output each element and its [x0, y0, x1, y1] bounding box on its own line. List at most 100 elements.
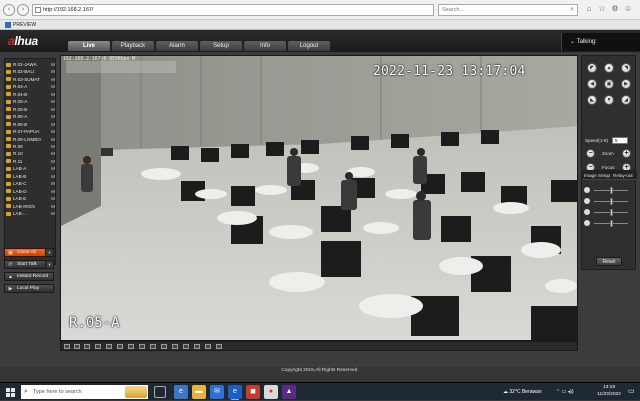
audio-icon[interactable] [161, 344, 167, 349]
color-icon[interactable] [172, 344, 178, 349]
channel-item[interactable]: LAB-C M [5, 180, 57, 187]
channel-item[interactable]: R.03-SUMAT M [5, 76, 57, 83]
tab-logout[interactable]: Logout [287, 40, 331, 51]
stream-flag[interactable]: M [51, 121, 55, 128]
chevron-down-icon[interactable]: ▼ [45, 261, 53, 268]
channel-item[interactable]: R.10 M [5, 150, 57, 157]
taskbar-search-input[interactable]: ⌕ Type here to search [21, 385, 148, 399]
feedback-icon[interactable]: ☺ [623, 4, 633, 14]
speed-select[interactable]: 5 [612, 137, 628, 144]
stream-flag[interactable]: M [51, 128, 55, 135]
tab-alarm[interactable]: Alarm [155, 40, 199, 51]
chrome-icon[interactable]: ● [264, 385, 278, 399]
channel-item[interactable]: R.04-A M [5, 83, 57, 90]
stream-flag[interactable]: M [51, 68, 55, 75]
start-talk-button[interactable]: ✆ Start Talk ▼ [4, 260, 54, 269]
ratio-icon[interactable] [183, 344, 189, 349]
prev-icon[interactable] [194, 344, 200, 349]
ptz-center-icon[interactable]: ▣ [604, 79, 614, 89]
edge-icon[interactable]: e [174, 385, 188, 399]
ptz-up-right-icon[interactable]: ◥ [621, 63, 631, 73]
file-explorer-icon[interactable]: ▬ [192, 385, 206, 399]
stream-flag[interactable]: M [51, 210, 55, 217]
system-tray[interactable]: ⌃ ▭ ◂)) [556, 383, 574, 401]
brightness-slider[interactable] [584, 186, 634, 195]
ptz-down-icon[interactable]: ▼ [604, 95, 614, 105]
stream-flag[interactable]: M [51, 76, 55, 83]
channel-item[interactable]: LAB-IRGN M [5, 203, 57, 210]
stream-flag[interactable]: M [51, 203, 55, 210]
hue-slider[interactable] [584, 219, 634, 228]
channel-item[interactable]: R.02-BALI M [5, 68, 57, 75]
channel-item[interactable]: LAB-B M [5, 173, 57, 180]
layout-9-icon[interactable] [95, 344, 101, 349]
stream-flag[interactable]: M [51, 143, 55, 150]
layout-16-icon[interactable] [106, 344, 112, 349]
reset-button[interactable]: Reset [596, 257, 622, 266]
ptz-up-left-icon[interactable]: ◤ [587, 63, 597, 73]
channel-item[interactable]: R.06-B M [5, 121, 57, 128]
layout-4-icon[interactable] [74, 344, 80, 349]
saturation-slider[interactable] [584, 208, 634, 217]
stream-flag[interactable]: M [51, 173, 55, 180]
record-icon[interactable] [150, 344, 156, 349]
chevron-down-icon[interactable]: ⌄ [570, 39, 575, 45]
channel-item[interactable]: LAB-D M [5, 188, 57, 195]
stream-flag[interactable]: M [51, 61, 55, 68]
zoom-icon[interactable] [139, 344, 145, 349]
mail-icon[interactable]: ✉ [210, 385, 224, 399]
ptz-down-right-icon[interactable]: ◢ [621, 95, 631, 105]
slider-knob[interactable] [610, 220, 613, 227]
favorites-icon[interactable]: ☆ [597, 4, 607, 14]
settings-icon[interactable]: ⚙ [610, 4, 620, 14]
channel-item[interactable]: LAB-... M [5, 210, 57, 217]
close-icon[interactable] [216, 344, 222, 349]
stream-flag[interactable]: M [51, 83, 55, 90]
channel-item[interactable]: R.05-A M [5, 98, 57, 105]
stream-flag[interactable]: M [51, 180, 55, 187]
contrast-slider[interactable] [584, 197, 634, 206]
channel-item[interactable]: LAB-E M [5, 195, 57, 202]
stream-flag[interactable]: M [51, 136, 55, 143]
tab-live[interactable]: Live [67, 40, 111, 51]
channel-item[interactable]: R.09 M [5, 143, 57, 150]
slider-knob[interactable] [610, 198, 613, 205]
next-icon[interactable] [205, 344, 211, 349]
channel-item[interactable]: R.11 M [5, 158, 57, 165]
image-setup-title[interactable]: Image Setup [584, 173, 610, 178]
stream-flag[interactable]: M [51, 98, 55, 105]
ptz-right-icon[interactable]: ▶ [621, 79, 631, 89]
ptz-up-icon[interactable]: ▲ [604, 63, 614, 73]
channel-item[interactable]: R.06-A M [5, 113, 57, 120]
zoom-out-button[interactable]: − [586, 149, 595, 158]
relay-out-label[interactable]: Relay-out [613, 173, 633, 178]
notification-icon[interactable]: ▭ [628, 383, 635, 401]
channel-item[interactable]: R.04-B M [5, 91, 57, 98]
weather-widget[interactable]: ☁ 32°C Berawan [503, 383, 542, 401]
taskbar-clock[interactable]: 13:19 11/23/2022 [596, 385, 622, 398]
slider-knob[interactable] [610, 187, 613, 194]
slider-knob[interactable] [610, 209, 613, 216]
task-view-icon[interactable] [154, 386, 166, 398]
search-icon[interactable]: ⌕ [570, 5, 574, 15]
snapshot-icon[interactable] [128, 344, 134, 349]
forward-icon[interactable]: › [17, 4, 29, 16]
stream-flag[interactable]: M [51, 165, 55, 172]
local-play-button[interactable]: ▶ Local Play [4, 284, 54, 293]
channel-item[interactable]: R.01-JAWA M [5, 61, 57, 68]
stream-flag[interactable]: M [51, 91, 55, 98]
stream-flag[interactable]: M [51, 113, 55, 120]
tab-info[interactable]: Info [243, 40, 287, 51]
channel-item[interactable]: R.05-B M [5, 106, 57, 113]
close-all-button[interactable]: ▣ Close All ▼ [4, 248, 54, 257]
back-icon[interactable]: ‹ [3, 4, 15, 16]
stream-flag[interactable]: M [51, 106, 55, 113]
ptz-left-icon[interactable]: ◀ [587, 79, 597, 89]
browser-search-input[interactable]: Search... ⌕ [438, 4, 578, 16]
office-icon[interactable]: ◼ [246, 385, 260, 399]
stream-flag[interactable]: M [51, 188, 55, 195]
tab-playback[interactable]: Playback [111, 40, 155, 51]
stream-flag[interactable]: M [51, 158, 55, 165]
channel-item[interactable]: LAB-A M [5, 165, 57, 172]
chevron-down-icon[interactable]: ▼ [45, 249, 53, 256]
